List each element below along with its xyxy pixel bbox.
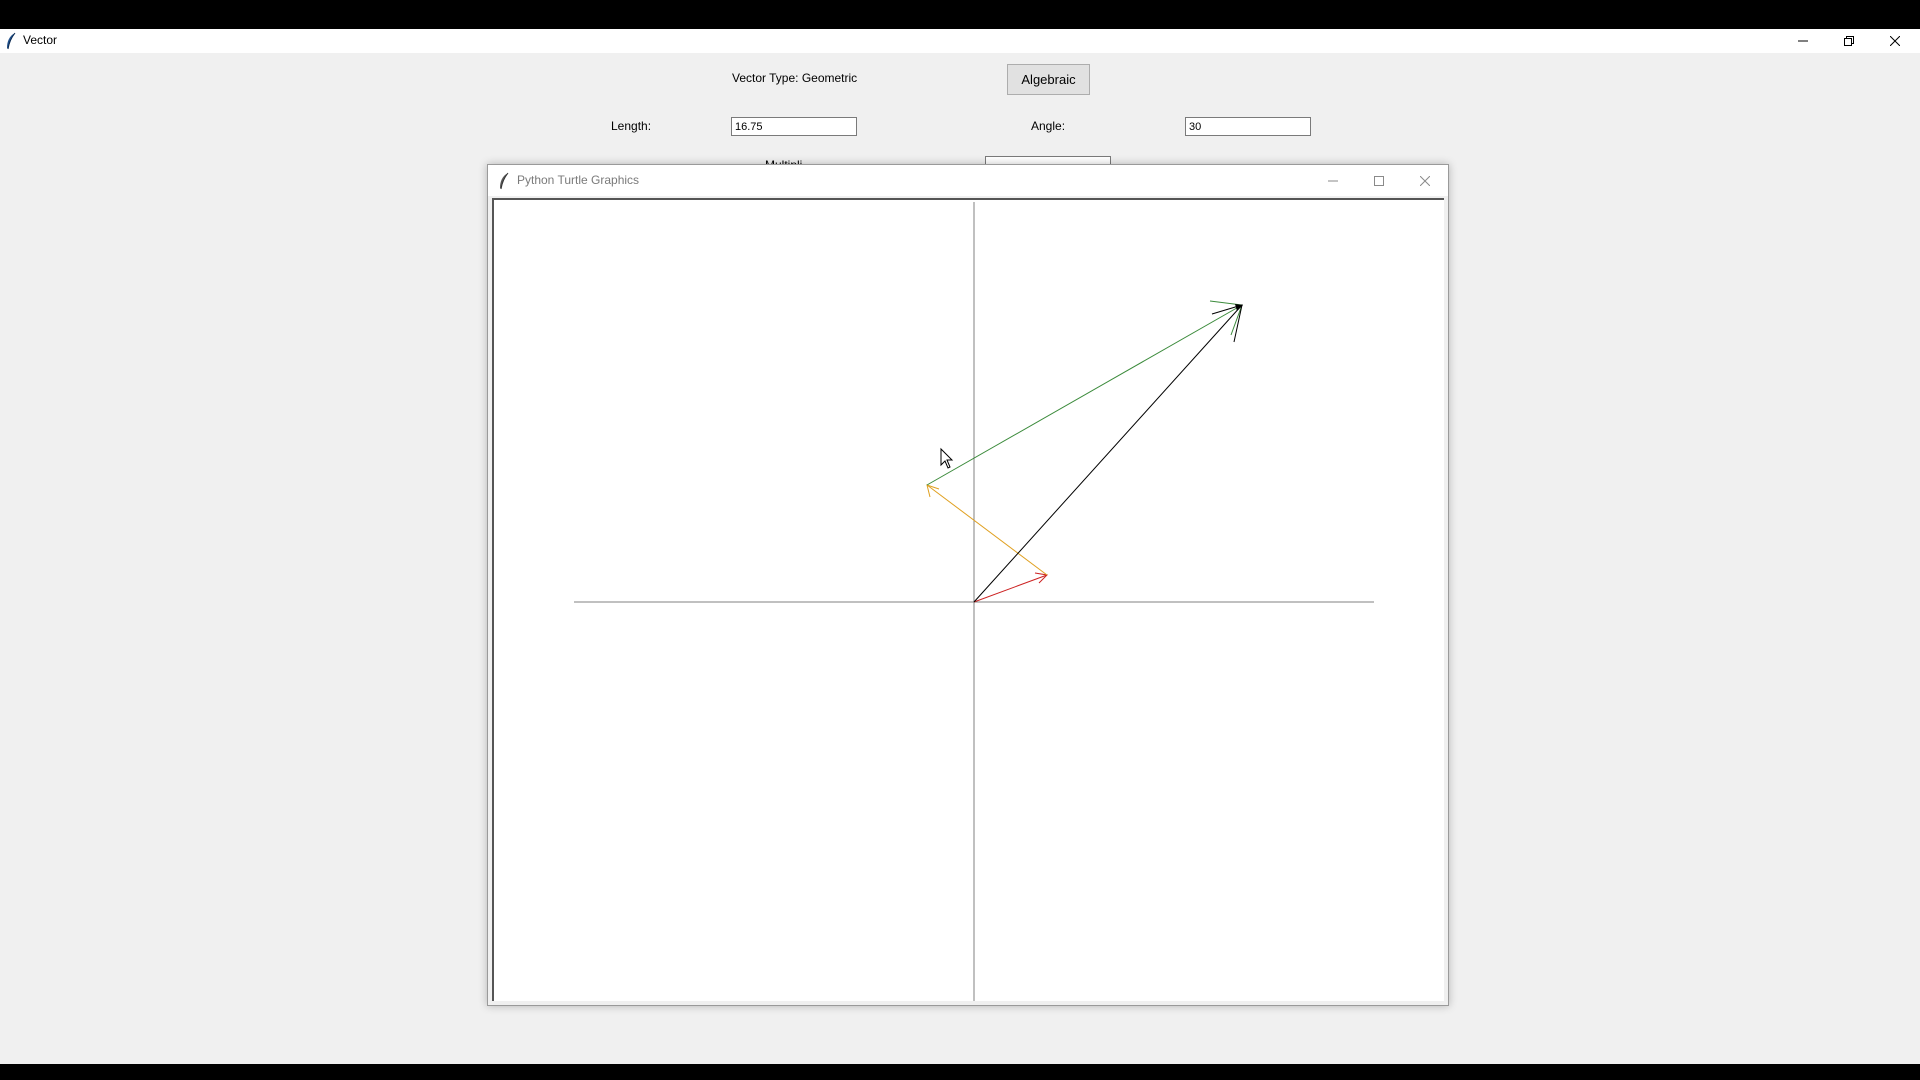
feather-icon [500, 172, 509, 190]
mouse-pointer-icon [940, 447, 954, 469]
minimize-icon [1328, 180, 1338, 181]
resultant-vector [973, 304, 1243, 603]
maximize-icon [1374, 175, 1384, 186]
algebraic-toggle-button[interactable]: Algebraic [1007, 64, 1090, 95]
turtle-canvas[interactable] [494, 200, 1444, 1001]
minimize-button[interactable] [1780, 29, 1826, 53]
main-titlebar[interactable]: Vector [0, 29, 1920, 53]
close-icon [1420, 175, 1430, 186]
window-title: Vector [23, 33, 58, 47]
feather-icon [7, 32, 16, 50]
turtle-maximize-button[interactable] [1356, 165, 1402, 196]
close-button[interactable] [1872, 29, 1918, 53]
red-vector [973, 572, 1049, 603]
angle-label: Angle: [1031, 119, 1066, 133]
close-icon [1890, 36, 1900, 46]
turtle-window: Python Turtle Graphics [487, 164, 1449, 1006]
red-arrowhead [1034, 572, 1049, 584]
resultant-vector-line [973, 304, 1243, 603]
turtle-window-title: Python Turtle Graphics [517, 173, 640, 187]
yellow-vector-line [926, 484, 1048, 576]
turtle-minimize-button[interactable] [1310, 165, 1356, 196]
restore-button[interactable] [1826, 29, 1872, 53]
turtle-close-button[interactable] [1402, 165, 1448, 196]
vector-type-label: Vector Type: Geometric [732, 71, 858, 85]
turtle-canvas-frame[interactable] [492, 198, 1444, 1001]
restore-icon [1844, 36, 1854, 46]
red-vector-line [973, 574, 1048, 603]
angle-input[interactable] [1185, 117, 1311, 136]
length-label: Length: [611, 119, 652, 133]
turtle-titlebar[interactable]: Python Turtle Graphics [488, 165, 1448, 196]
yellow-vector [926, 484, 1048, 576]
length-input[interactable] [731, 117, 857, 136]
minimize-icon [1798, 40, 1808, 42]
